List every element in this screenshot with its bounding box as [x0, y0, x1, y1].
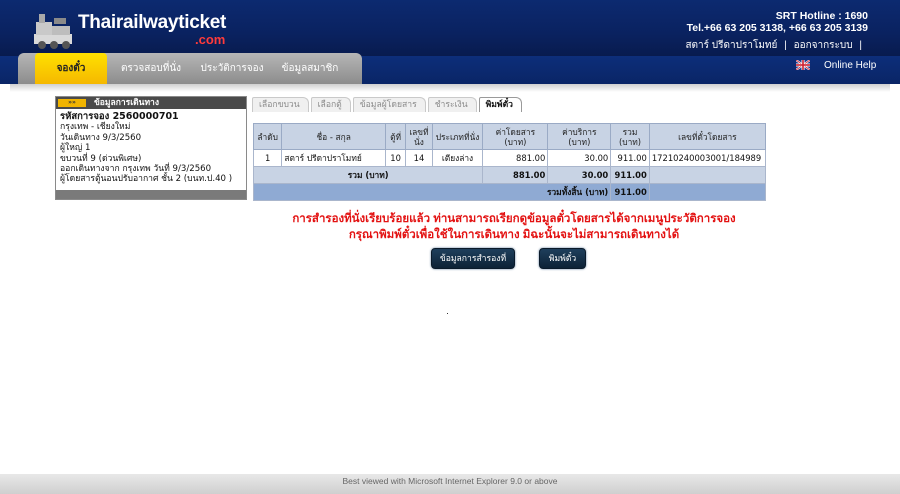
trip-info-panel: »» ข้อมูลการเดินทาง รหัสการจอง 256000070…	[55, 96, 247, 200]
trip-info-header: »» ข้อมูลการเดินทาง	[56, 97, 246, 109]
tab-book-ticket[interactable]: จองตั๋ว	[35, 53, 107, 84]
col-header-seat-type: ประเภทที่นั่ง	[431, 123, 484, 150]
grand-total-label: รวมทั้งสิ้น (บาท)	[252, 183, 612, 201]
grand-empty	[648, 183, 767, 201]
tab-check-seats[interactable]: ตรวจสอบที่นั่ง	[112, 53, 190, 84]
cell-seat: 14	[405, 149, 433, 167]
route: กรุงเทพ - เชียงใหม่	[60, 122, 131, 133]
logo-domain-suffix: .com	[195, 32, 226, 47]
grand-total-value: 911.00	[610, 183, 650, 201]
cell-no: 1	[252, 149, 283, 167]
booking-code: รหัสการจอง 2560000701	[60, 111, 179, 122]
step-select-car: เลือกตู้	[310, 97, 351, 112]
trip-info-body: รหัสการจอง 2560000701 กรุงเทพ - เชียงใหม…	[56, 109, 246, 185]
stray-dot	[447, 313, 448, 314]
class-info: ผู้โดยสารตู้นอนปรับอากาศ ชั้น 2 (บนท.ป.4…	[60, 174, 233, 185]
booking-info-button[interactable]: ข้อมูลการสำรองที่	[431, 248, 515, 269]
booking-summary-table: ลำดับ ชื่อ - สกุล ตู้ที่ เลขที่นั่ง ประเ…	[252, 123, 767, 201]
cell-fare: 881.00	[482, 149, 549, 167]
online-help-link[interactable]: Online Help	[824, 60, 876, 71]
grand-total-row: รวมทั้งสิ้น (บาท) 911.00	[252, 183, 767, 201]
footer: Best viewed with Microsoft Internet Expl…	[0, 474, 900, 494]
col-header-fare: ค่าโดยสาร (บาท)	[482, 123, 549, 150]
uk-flag-icon[interactable]	[796, 60, 810, 70]
content-top-shadow	[10, 84, 890, 92]
travel-date: วันเดินทาง 9/3/2560	[60, 132, 142, 143]
total-fare: 881.00	[482, 166, 549, 184]
double-arrow-icon: »»	[58, 99, 86, 107]
trip-info-title: ข้อมูลการเดินทาง	[94, 98, 159, 108]
separator-trailing: |	[859, 40, 862, 51]
logo[interactable]: Thairailwayticket .com	[30, 6, 230, 52]
user-bar: สตาร์ ปรีดาปราโมทย์ | ออกจากระบบ |	[683, 38, 864, 53]
browser-notice: Best viewed with Microsoft Internet Expl…	[342, 476, 558, 486]
cell-ticket-no: 17210240003001/184989	[648, 149, 767, 167]
col-header-total: รวม (บาท)	[610, 123, 650, 150]
tel-text: Tel.+66 63 205 3138, +66 63 205 3139	[686, 22, 868, 34]
step-passenger-info: ข้อมูลผู้โดยสาร	[352, 97, 426, 112]
col-header-ticket-no: เลขที่ตั๋วโดยสาร	[648, 123, 767, 150]
print-reminder: กรุณาพิมพ์ตั๋วเพื่อใช้ในการเดินทาง มิฉะน…	[348, 229, 680, 241]
total-row: รวม (บาท) 881.00 30.00 911.00	[252, 166, 767, 184]
train-number: ขบวนที่ 9 (ด่วนพิเศษ)	[60, 153, 142, 164]
contact-info: SRT Hotline : 1690 Tel.+66 63 205 3138, …	[687, 10, 868, 34]
total-sum: 911.00	[610, 166, 650, 184]
total-empty	[648, 166, 767, 184]
table-header-row: ลำดับ ชื่อ - สกุล ตู้ที่ เลขที่นั่ง ประเ…	[252, 123, 767, 150]
hotline-text: SRT Hotline : 1690	[775, 10, 868, 22]
step-select-train: เลือกขบวน	[252, 97, 309, 112]
booking-steps: เลือกขบวน เลือกตู้ ข้อมูลผู้โดยสาร ชำระเ…	[252, 97, 524, 113]
total-service: 30.00	[547, 166, 612, 184]
table-row: 1 สตาร์ ปรีดาปราโมทย์ 10 14 เตียงล่าง 88…	[252, 149, 767, 167]
cell-total: 911.00	[610, 149, 650, 167]
logo-text: Thairailwayticket	[78, 12, 227, 33]
total-label: รวม (บาท)	[252, 166, 484, 184]
passenger-count: ผู้ใหญ่ 1	[60, 143, 91, 154]
col-header-name: ชื่อ - สกุล	[281, 123, 386, 150]
cell-car: 10	[384, 149, 407, 167]
step-payment: ชำระเงิน	[427, 97, 477, 112]
col-header-service: ค่าบริการ (บาท)	[547, 123, 612, 150]
col-header-seat: เลขที่นั่ง	[405, 123, 433, 150]
col-header-car: ตู้ที่	[384, 123, 407, 150]
print-ticket-button[interactable]: พิมพ์ตั๋ว	[539, 248, 586, 269]
departure-info: ออกเดินทางจาก กรุงเทพ วันที่ 9/3/2560	[60, 164, 212, 175]
trip-info-footer	[56, 190, 246, 199]
logout-link[interactable]: ออกจากระบบ	[792, 40, 855, 51]
train-icon	[34, 14, 72, 49]
user-name[interactable]: สตาร์ ปรีดาปราโมทย์	[683, 40, 779, 51]
separator: |	[784, 40, 787, 51]
tab-member-info[interactable]: ข้อมูลสมาชิก	[274, 53, 346, 84]
cell-name: สตาร์ ปรีดาปราโมทย์	[281, 149, 386, 167]
cell-service: 30.00	[547, 149, 612, 167]
col-header-no: ลำดับ	[252, 123, 283, 150]
step-print-ticket: พิมพ์ตั๋ว	[478, 97, 522, 112]
cell-seat-type: เตียงล่าง	[431, 149, 484, 167]
tab-booking-history[interactable]: ประวัติการจอง	[194, 53, 270, 84]
